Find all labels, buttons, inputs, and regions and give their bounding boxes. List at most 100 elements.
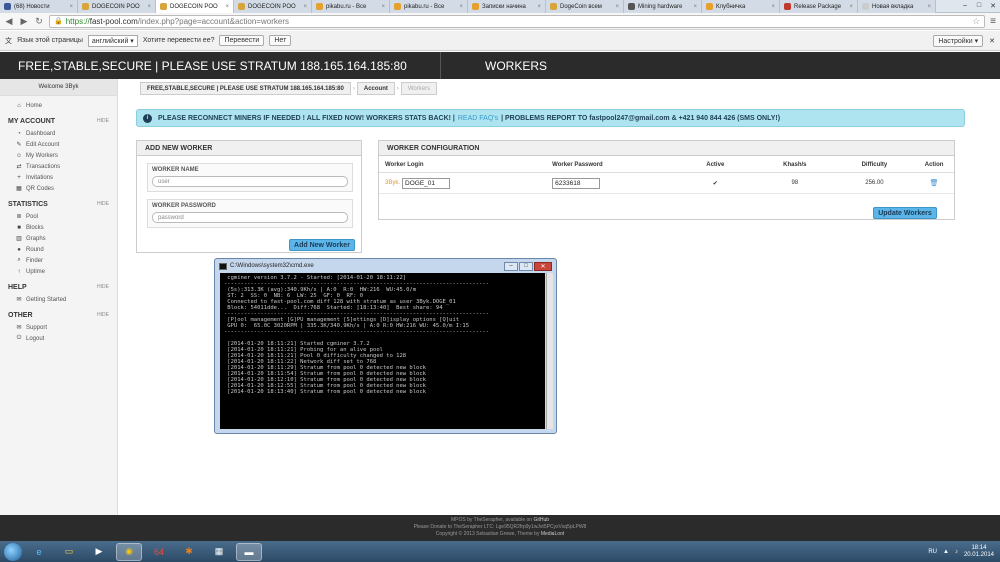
sidebar-item-logout[interactable]: ⏻ Logout: [0, 333, 117, 344]
worker-login-input[interactable]: DOGE_01: [402, 177, 451, 189]
close-icon[interactable]: ✕: [534, 261, 552, 271]
worker-name-input[interactable]: user: [152, 176, 348, 187]
sidebar-item-uptime[interactable]: ↑ Uptime: [0, 266, 117, 277]
sidebar-item-pool[interactable]: ≣ Pool: [0, 211, 117, 222]
maximize-icon[interactable]: □: [519, 261, 533, 271]
cmd-window[interactable]: C:\Windows\system32\cmd.exe – □ ✕ cgmine…: [214, 258, 557, 434]
sidebar-item-edit-account[interactable]: ✎ Edit Account: [0, 139, 117, 150]
tab-close-icon[interactable]: ×: [303, 4, 307, 10]
github-link[interactable]: GitHub: [533, 517, 549, 523]
site-footer: MPOS by TheSerapher, available on GitHub…: [0, 515, 1000, 541]
cmd-console-output[interactable]: cgminer version 3.7.2 - Started: [2014-0…: [220, 273, 545, 429]
ie-icon[interactable]: e: [26, 543, 52, 561]
trash-icon[interactable]: 🗑: [930, 180, 939, 187]
update-workers-button[interactable]: Update Workers: [873, 207, 937, 219]
sidebar-item-finder[interactable]: ⌕ Finder: [0, 255, 117, 266]
app-bug-icon[interactable]: ✱: [176, 543, 202, 561]
browser-tab[interactable]: Release Package ×: [780, 0, 858, 13]
sidebar-item-invitations[interactable]: + Invitations: [0, 172, 117, 183]
tab-close-icon[interactable]: ×: [381, 4, 385, 10]
tab-close-icon[interactable]: ×: [615, 4, 619, 10]
tab-close-icon[interactable]: ×: [147, 4, 151, 10]
sidebar-item-dashboard[interactable]: ◔ Dashboard: [0, 128, 117, 139]
tab-close-icon[interactable]: ×: [771, 4, 775, 10]
start-button-icon[interactable]: [4, 542, 22, 561]
add-worker-button[interactable]: Add New Worker: [289, 239, 355, 251]
menu-icon[interactable]: ≡: [990, 16, 996, 27]
tab-close-icon[interactable]: ×: [225, 4, 229, 10]
browser-tab[interactable]: (68) Новости ×: [0, 0, 78, 13]
browser-tab[interactable]: DOGECOIN POO ×: [234, 0, 312, 13]
hide-section-toggle[interactable]: HIDE: [97, 118, 109, 124]
hide-section-toggle[interactable]: HIDE: [97, 312, 109, 318]
close-icon[interactable]: ✕: [986, 0, 1000, 11]
browser-tab[interactable]: Клубничка ×: [702, 0, 780, 13]
favicon-icon: [238, 3, 245, 10]
hide-section-toggle[interactable]: HIDE: [97, 284, 109, 290]
reload-icon[interactable]: ↻: [34, 16, 44, 27]
table-header: Worker Login Worker Password Active Khas…: [379, 157, 954, 173]
breadcrumb-home[interactable]: FREE,STABLE,SECURE | PLEASE USE STRATUM …: [140, 82, 351, 95]
tab-close-icon[interactable]: ×: [849, 4, 853, 10]
worker-password-input[interactable]: 6233618: [552, 177, 601, 189]
forward-icon[interactable]: ▶: [19, 16, 29, 27]
explorer-icon[interactable]: ▭: [56, 543, 82, 561]
faq-link[interactable]: READ FAQ's: [458, 115, 498, 122]
app-window-icon[interactable]: ▦: [206, 543, 232, 561]
app-64-icon[interactable]: 64: [146, 543, 172, 561]
site-title[interactable]: FREE,STABLE,SECURE | PLEASE USE STRATUM …: [0, 59, 440, 73]
delete-action[interactable]: 🗑: [914, 179, 954, 187]
sidebar-item-graphs[interactable]: ▥ Graphs: [0, 233, 117, 244]
browser-tab[interactable]: Mining hardware ×: [624, 0, 702, 13]
sidebar-item-qr-codes[interactable]: ▦ QR Codes: [0, 183, 117, 194]
bookmark-star-icon[interactable]: ☆: [972, 16, 980, 27]
browser-tab[interactable]: pikabu.ru - Все ×: [390, 0, 468, 13]
tab-close-icon[interactable]: ×: [693, 4, 697, 10]
close-translate-icon[interactable]: ✕: [989, 37, 995, 45]
panel-title: WORKER CONFIGURATION: [379, 141, 954, 156]
language-indicator[interactable]: RU: [928, 549, 937, 555]
tab-close-icon[interactable]: ×: [537, 4, 541, 10]
clock[interactable]: 18:14 20.01.2014: [964, 545, 994, 559]
minimize-icon[interactable]: –: [958, 0, 972, 11]
browser-tab[interactable]: Новая вкладка ×: [858, 0, 936, 13]
sidebar-item-getting-started[interactable]: ✉ Getting Started: [0, 294, 117, 305]
tab-close-icon[interactable]: ×: [69, 4, 73, 10]
footer-donate: Please Donate to TheSerapher LTC: Lge95Q…: [413, 524, 587, 530]
translate-settings-button[interactable]: Настройки ▾: [933, 34, 984, 47]
minimize-icon[interactable]: –: [504, 261, 518, 271]
translate-bar: 文 Язык этой страницы английский ▾ Хотите…: [0, 31, 1000, 51]
medialoot-link[interactable]: MediaLoot: [541, 531, 564, 537]
sidebar-item-transactions[interactable]: ⇄ Transactions: [0, 161, 117, 172]
language-select[interactable]: английский ▾: [87, 34, 138, 47]
media-player-icon[interactable]: ▶: [86, 543, 112, 561]
cmd-taskbar-icon[interactable]: ▬: [236, 542, 262, 561]
browser-tab[interactable]: DOGECOIN POO ×: [156, 0, 234, 13]
browser-tab[interactable]: DogeCoin всем ×: [546, 0, 624, 13]
maximize-icon[interactable]: □: [972, 0, 986, 11]
sidebar-item-round[interactable]: ● Round: [0, 244, 117, 255]
hide-section-toggle[interactable]: HIDE: [97, 201, 109, 207]
sidebar-section-help: HELP HIDE: [0, 280, 117, 294]
col-worker-password: Worker Password: [552, 161, 603, 168]
address-bar[interactable]: 🔒 https://fast-pool.com/index.php?page=a…: [49, 14, 986, 28]
browser-tab[interactable]: DOGECOIN POO ×: [78, 0, 156, 13]
sidebar-item-support[interactable]: ✉ Support: [0, 322, 117, 333]
breadcrumb-account[interactable]: Account: [356, 82, 395, 95]
worker-password-input[interactable]: password: [152, 212, 348, 223]
back-icon[interactable]: ◀: [4, 16, 14, 27]
tab-close-icon[interactable]: ×: [927, 4, 931, 10]
translate-button[interactable]: Перевести: [219, 35, 265, 46]
chrome-icon[interactable]: ◉: [116, 542, 142, 561]
no-translate-button[interactable]: Нет: [269, 35, 292, 46]
sidebar-item-home[interactable]: ⌂ Home: [0, 100, 117, 111]
volume-icon[interactable]: ♪: [955, 549, 958, 555]
sidebar-item-blocks[interactable]: ■ Blocks: [0, 222, 117, 233]
sidebar-item-my-workers[interactable]: ☺ My Workers: [0, 150, 117, 161]
browser-tab[interactable]: pikabu.ru - Все ×: [312, 0, 390, 13]
cmd-titlebar[interactable]: C:\Windows\system32\cmd.exe – □ ✕: [215, 259, 556, 273]
browser-tab[interactable]: Записки начина ×: [468, 0, 546, 13]
tab-close-icon[interactable]: ×: [459, 4, 463, 10]
cmd-scrollbar[interactable]: [546, 273, 553, 429]
network-icon[interactable]: ▲: [943, 549, 949, 555]
